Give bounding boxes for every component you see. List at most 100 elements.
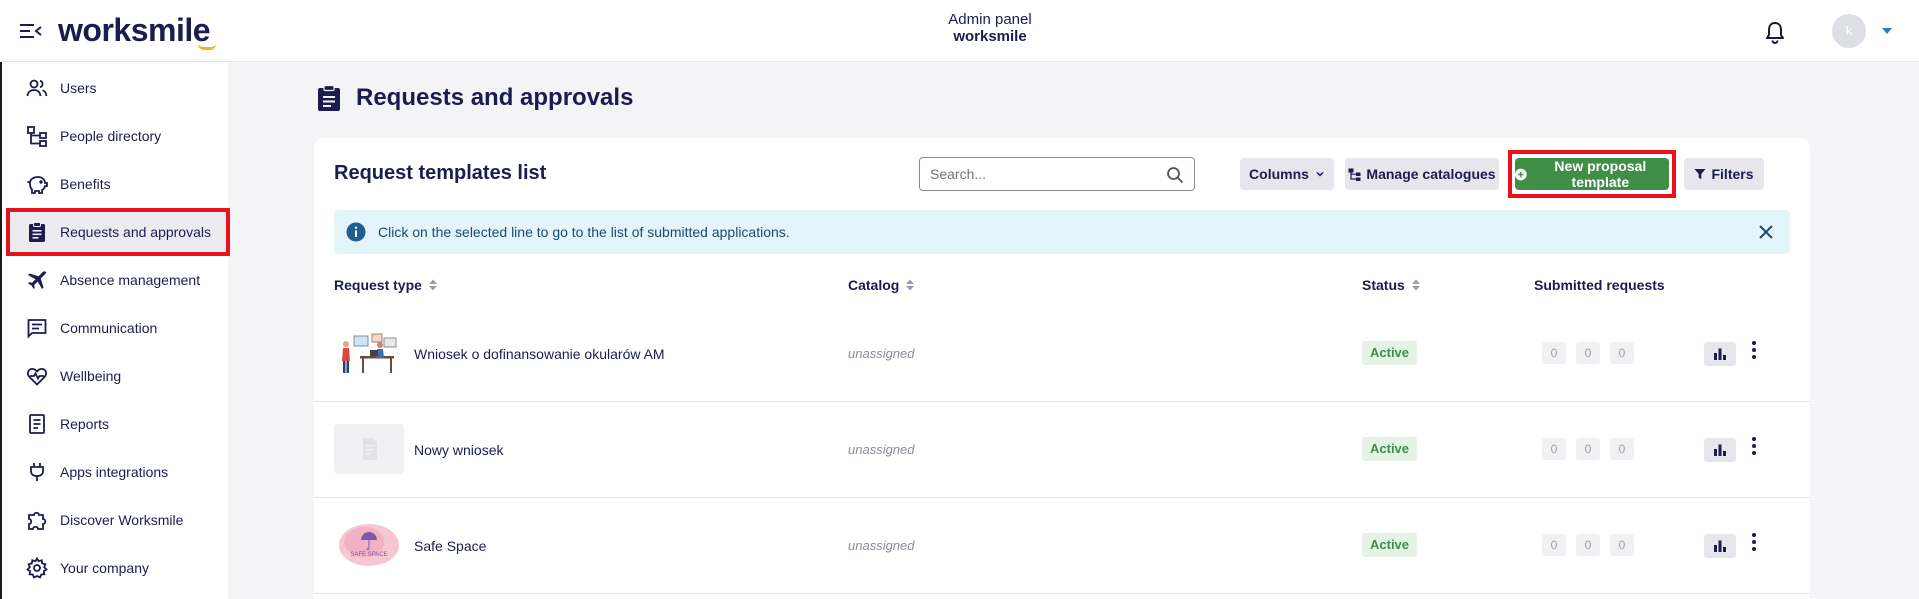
more-options-icon[interactable] [1750, 436, 1758, 456]
column-header-catalog[interactable]: Catalog [848, 277, 915, 293]
message-icon [27, 319, 47, 339]
statistics-button[interactable] [1704, 342, 1736, 366]
info-banner: Click on the selected line to go to the … [334, 210, 1790, 254]
document-placeholder-icon [363, 438, 377, 460]
table-row[interactable]: Wniosek o dofinansowanie okularów AM una… [314, 306, 1810, 402]
new-proposal-template-label: New proposal template [1554, 158, 1647, 190]
statistics-button[interactable] [1704, 438, 1736, 462]
request-thumbnail [334, 424, 404, 474]
table-row[interactable]: SAFE SPACE Safe Space unassigned Active … [314, 498, 1810, 594]
report-icon [29, 414, 45, 434]
sidebar-item-apps-integrations[interactable]: Apps integrations [6, 448, 230, 496]
column-header-label: Status [1362, 277, 1405, 293]
clipboard-icon [29, 222, 45, 242]
worksmile-logo[interactable]: worksmile [58, 12, 211, 49]
sidebar-item-discover-worksmile[interactable]: Discover Worksmile [6, 496, 230, 544]
count-badge: 0 [1542, 342, 1566, 364]
logo-smile-mark [198, 44, 216, 50]
table-row[interactable]: Nowy wniosek unassigned Active 0 0 0 [314, 402, 1810, 498]
count-badge: 0 [1542, 534, 1566, 556]
count-badge: 0 [1576, 534, 1600, 556]
column-header-request-type[interactable]: Request type [334, 277, 438, 293]
more-options-icon[interactable] [1750, 340, 1758, 360]
status-badge: Active [1362, 437, 1418, 461]
menu-collapse-icon[interactable] [20, 22, 42, 40]
avatar[interactable]: k [1832, 14, 1866, 48]
column-header-label: Catalog [848, 277, 900, 293]
sidebar-item-benefits[interactable]: Benefits [6, 160, 230, 208]
sidebar-item-absence-management[interactable]: Absence management [6, 256, 230, 304]
gear-icon [26, 557, 48, 579]
request-thumbnail [334, 328, 404, 378]
bar-chart-icon [1714, 444, 1726, 456]
safe-space-logo-text: SAFE SPACE [350, 552, 388, 558]
sidebar: Users People directory Benefits Requests… [0, 62, 230, 599]
column-header-label: Submitted requests [1534, 277, 1665, 293]
status-badge: Active [1362, 533, 1418, 557]
new-proposal-template-button[interactable]: New proposal template [1515, 158, 1669, 190]
sidebar-item-label: Benefits [60, 176, 111, 192]
card-title: Request templates list [334, 162, 547, 184]
bar-chart-icon [1714, 540, 1726, 552]
hierarchy-icon [1348, 168, 1361, 181]
sidebar-item-label: Users [60, 80, 97, 96]
request-catalog: unassigned [848, 442, 915, 457]
puzzle-icon [28, 511, 47, 530]
request-catalog: unassigned [848, 346, 915, 361]
bar-chart-icon [1714, 348, 1726, 360]
count-badge: 0 [1542, 438, 1566, 460]
sidebar-item-label: People directory [60, 128, 162, 144]
sidebar-item-label: Discover Worksmile [60, 512, 184, 528]
sidebar-item-wellbeing[interactable]: Wellbeing [6, 352, 230, 400]
statistics-button[interactable] [1704, 534, 1736, 558]
count-badge: 0 [1610, 438, 1634, 460]
chevron-down-icon [1316, 171, 1324, 177]
sidebar-item-reports[interactable]: Reports [6, 400, 230, 448]
info-banner-text: Click on the selected line to go to the … [378, 224, 790, 240]
request-catalog: unassigned [848, 538, 915, 553]
clipboard-icon [318, 84, 340, 111]
admin-panel-company: worksmile [953, 28, 1027, 45]
search-input[interactable] [930, 166, 1150, 182]
plane-icon [28, 271, 47, 289]
sidebar-item-communication[interactable]: Communication [6, 304, 230, 352]
sidebar-item-users[interactable]: Users [6, 64, 230, 112]
columns-button-label: Columns [1249, 166, 1309, 182]
plus-circle-icon [1515, 168, 1527, 180]
more-options-icon[interactable] [1750, 532, 1758, 552]
sidebar-item-label: Apps integrations [60, 464, 169, 480]
admin-panel-label: Admin panel worksmile [930, 11, 1050, 45]
search-icon[interactable] [1166, 166, 1184, 184]
columns-button[interactable]: Columns [1240, 158, 1334, 190]
org-chart-icon [27, 126, 47, 147]
filters-label: Filters [1711, 166, 1754, 182]
office-illustration-icon [334, 328, 404, 378]
sidebar-item-label: Absence management [60, 272, 201, 288]
filters-button[interactable]: Filters [1684, 158, 1764, 190]
sort-icon [428, 279, 437, 291]
column-header-status[interactable]: Status [1362, 277, 1421, 293]
heart-pulse-icon [27, 367, 47, 386]
count-badge: 0 [1610, 534, 1634, 556]
sidebar-item-label: Requests and approvals [60, 224, 211, 240]
sidebar-item-label: Wellbeing [60, 368, 122, 384]
users-icon [26, 79, 48, 97]
chevron-down-icon[interactable] [1882, 28, 1892, 34]
piggy-bank-icon [27, 176, 48, 194]
sidebar-item-people-directory[interactable]: People directory [6, 112, 230, 160]
page-header: Requests and approvals [316, 84, 633, 112]
sidebar-item-label: Communication [60, 320, 158, 336]
count-badge: 0 [1576, 438, 1600, 460]
sidebar-item-requests-and-approvals[interactable]: Requests and approvals [6, 208, 230, 256]
filter-icon [1694, 169, 1706, 179]
count-badge: 0 [1576, 342, 1600, 364]
request-name: Wniosek o dofinansowanie okularów AM [414, 346, 665, 362]
safe-space-logo-icon [334, 520, 404, 570]
sort-icon [906, 279, 915, 291]
request-templates-card: Request templates list Columns Manage ca… [314, 138, 1810, 599]
sidebar-item-your-company[interactable]: Your company [6, 544, 230, 592]
top-bar: worksmile Admin panel worksmile k [0, 0, 1919, 62]
close-icon[interactable] [1758, 224, 1774, 240]
bell-icon[interactable] [1764, 20, 1786, 44]
manage-catalogues-button[interactable]: Manage catalogues [1345, 158, 1499, 190]
